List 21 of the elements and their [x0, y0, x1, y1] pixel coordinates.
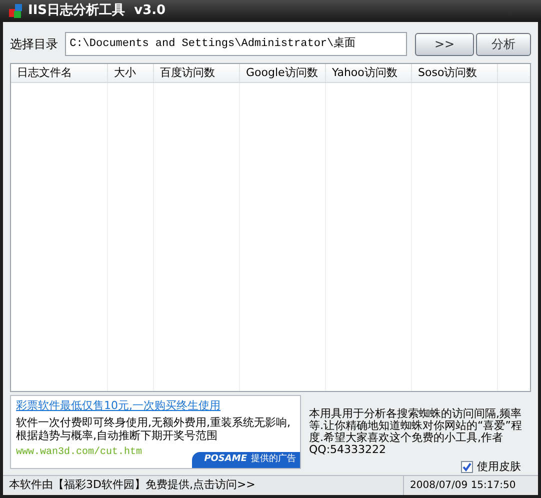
brand-label: POSAME [204, 453, 247, 466]
ad-description: 软件一次付费即可终身使用,无额外费用,重装系统无影响,根据趋势与概率,自动推断下期开奖号范围 [16, 416, 292, 442]
column-header[interactable]: 日志文件名 [11, 64, 108, 82]
browse-button[interactable]: >> [415, 32, 474, 56]
status-datetime: 2008/07/09 15:17:50 [403, 476, 538, 495]
directory-field[interactable]: C:\Documents and Settings\Administrator\桌面 [64, 32, 407, 56]
column-header[interactable]: 大小 [108, 64, 154, 82]
ad-headline-link[interactable]: 彩票软件最低仅售10元,一次购买终生使用 [16, 398, 295, 414]
column-header[interactable]: Soso访问数 [412, 64, 498, 82]
skin-checkbox-label[interactable]: 使用皮肤 [477, 458, 521, 476]
app-icon [8, 3, 24, 19]
skin-checkbox[interactable] [461, 461, 473, 474]
status-message-link[interactable]: 本软件由【福彩3D软件园】免费提供,点击访问>> [3, 476, 403, 495]
column-header[interactable]: Yahoo访问数 [326, 64, 412, 82]
directory-label: 选择目录 [10, 36, 59, 53]
ad-badge-label: 提供的广告 [251, 453, 296, 466]
column-header[interactable]: Google访问数 [240, 64, 326, 82]
description-text: 本用具用于分析各搜索蜘蛛的访问间隔,频率等.让你精确地知道蜘蛛对你网站的“喜爱”程度.希望大家喜欢这个免费的小工具,作者QQ:54333222 [309, 408, 523, 456]
analyze-button[interactable]: 分析 [476, 32, 531, 56]
window-title: IIS日志分析工具 v3.0 [28, 2, 166, 20]
column-header[interactable]: 百度访问数 [154, 64, 240, 82]
